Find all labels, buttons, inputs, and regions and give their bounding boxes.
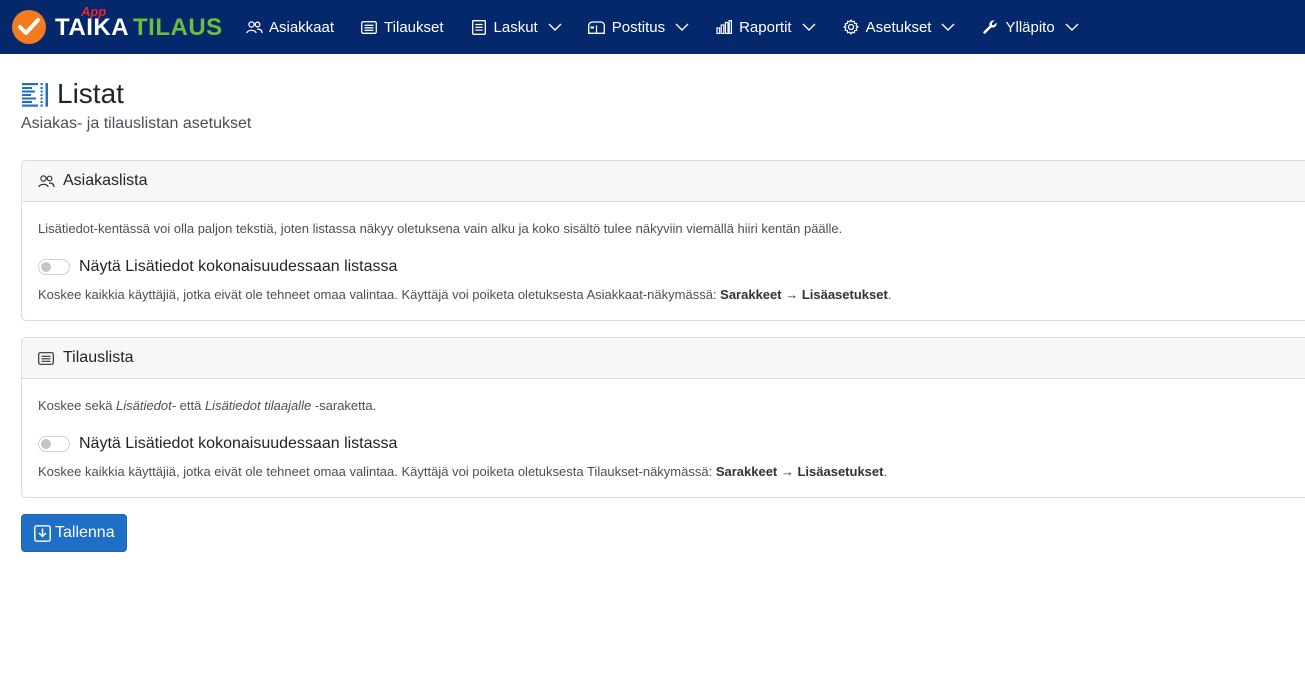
note-path: Sarakkeet → Lisäasetukset (720, 287, 888, 302)
nav-item-label: Raportit (739, 18, 792, 36)
save-button[interactable]: Tallenna (21, 514, 127, 552)
nav-item-yllapito[interactable]: Ylläpito (981, 18, 1079, 36)
gear-icon (842, 19, 860, 35)
card-title: Tilauslista (63, 349, 134, 366)
brand-name-part2: TILAUS (133, 14, 223, 41)
page-subtitle: Asiakas- ja tilauslistan asetukset (21, 115, 252, 132)
download-box-icon (34, 524, 51, 542)
bar-chart-icon (715, 19, 733, 35)
desc-italic: Lisätiedot- (116, 398, 177, 413)
note-suffix: . (887, 287, 892, 302)
main-nav: Asiakkaat Tilaukset Laskut Postitus Rapo… (245, 0, 1105, 54)
nav-item-label: Laskut (493, 18, 538, 36)
nav-item-label: Tilaukset (384, 18, 444, 36)
nav-item-asiakkaat[interactable]: Asiakkaat (245, 19, 334, 36)
page-header: Listat (21, 78, 124, 110)
wrench-icon (981, 19, 999, 35)
save-button-label: Tallenna (55, 524, 115, 541)
card-description: Lisätiedot-kentässä voi olla paljon teks… (38, 221, 843, 236)
nav-item-label: Asetukset (865, 18, 932, 36)
card-title: Asiakaslista (63, 172, 148, 189)
brand-logo[interactable]: App TAIKA TILAUS (12, 4, 223, 47)
desc-text: -saraketta. (311, 398, 377, 413)
brand-name-part1: TAIKA (55, 14, 130, 41)
nav-item-label: Postitus (611, 18, 666, 36)
chevron-down-icon (1065, 23, 1079, 31)
nav-item-label: Asiakkaat (269, 18, 335, 36)
document-icon (470, 19, 488, 35)
card-header: Asiakaslista (22, 161, 1305, 202)
show-details-toggle[interactable] (38, 259, 70, 275)
nav-item-raportit[interactable]: Raportit (715, 19, 816, 36)
logo-check-icon (12, 10, 46, 44)
card-header: Tilauslista (22, 338, 1305, 379)
nav-item-laskut[interactable]: Laskut (470, 19, 562, 36)
users-icon (245, 19, 263, 35)
note-text: Koskee kaikkia käyttäjiä, jotka eivät ol… (38, 464, 716, 479)
list-columns-icon (21, 80, 49, 108)
toggle-knob (41, 439, 51, 449)
toggle-label[interactable]: Näytä Lisätiedot kokonaisuudessaan lista… (79, 435, 397, 453)
users-icon (38, 173, 56, 189)
card-note: Koskee kaikkia käyttäjiä, jotka eivät ol… (38, 287, 891, 302)
list-icon (38, 350, 56, 366)
top-navbar: App TAIKA TILAUS Asiakkaat Tilaukset Las… (0, 0, 1305, 54)
chevron-down-icon (941, 23, 955, 31)
card-note: Koskee kaikkia käyttäjiä, jotka eivät ol… (38, 464, 887, 479)
toggle-knob (41, 262, 51, 272)
show-details-toggle[interactable] (38, 436, 70, 452)
page-title: Listat (57, 78, 124, 109)
toggle-label[interactable]: Näytä Lisätiedot kokonaisuudessaan lista… (79, 258, 397, 276)
order-list-card: Tilauslista Koskee sekä Lisätiedot- että… (21, 337, 1305, 498)
note-suffix: . (883, 464, 888, 479)
list-icon (360, 19, 378, 35)
chevron-down-icon (802, 23, 816, 31)
desc-text: että (176, 398, 205, 413)
chevron-down-icon (675, 23, 689, 31)
chevron-down-icon (548, 23, 562, 31)
nav-item-postitus[interactable]: Postitus (588, 19, 689, 36)
customer-list-card: Asiakaslista Lisätiedot-kentässä voi oll… (21, 160, 1305, 321)
nav-item-asetukset[interactable]: Asetukset (842, 19, 956, 36)
nav-item-label: Ylläpito (1005, 18, 1055, 36)
card-description: Koskee sekä Lisätiedot- että Lisätiedot … (38, 398, 376, 413)
note-text: Koskee kaikkia käyttäjiä, jotka eivät ol… (38, 287, 721, 302)
nav-item-tilaukset[interactable]: Tilaukset (360, 18, 444, 36)
desc-italic: Lisätiedot tilaajalle (204, 398, 312, 413)
note-path: Sarakkeet → Lisäasetukset (715, 464, 884, 479)
desc-text: Koskee sekä (38, 398, 117, 413)
mailbox-icon (588, 19, 606, 35)
